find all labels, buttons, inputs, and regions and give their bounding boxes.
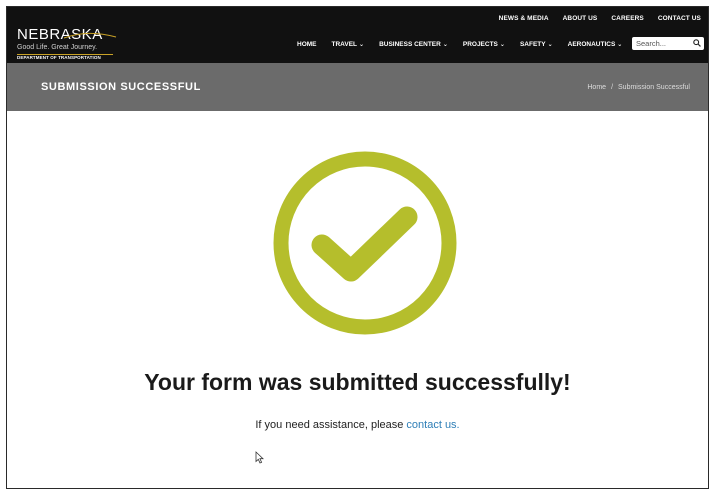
- utility-link-careers[interactable]: CAREERS: [611, 15, 643, 22]
- search-input[interactable]: [636, 39, 690, 48]
- nav-item-projects[interactable]: PROJECTS ⌄: [463, 41, 505, 48]
- search-box: [632, 37, 704, 50]
- site-header: NEWS & MEDIA ABOUT US CAREERS CONTACT US…: [7, 7, 708, 63]
- chevron-down-icon: ⌄: [359, 42, 365, 48]
- logo-tagline: Good Life. Great Journey.: [17, 44, 98, 51]
- nav-item-home[interactable]: HOME: [297, 41, 317, 48]
- utility-link-contact-us[interactable]: CONTACT US: [658, 15, 701, 22]
- assistance-prefix: If you need assistance, please: [255, 419, 404, 431]
- utility-link-about-us[interactable]: ABOUT US: [563, 15, 598, 22]
- nav-item-safety[interactable]: SAFETY ⌄: [520, 41, 553, 48]
- page-title-band: SUBMISSION SUCCESSFUL Home / Submission …: [7, 63, 708, 111]
- assistance-text: If you need assistance, please contact u…: [7, 419, 708, 431]
- breadcrumb: Home / Submission Successful: [587, 84, 690, 91]
- site-logo[interactable]: NEBRASKA Good Life. Great Journey. DEPAR…: [17, 27, 117, 61]
- utility-link-news-media[interactable]: NEWS & MEDIA: [499, 15, 549, 22]
- success-heading: Your form was submitted successfully!: [144, 369, 571, 395]
- breadcrumb-home-link[interactable]: Home: [587, 84, 606, 91]
- chevron-down-icon: ⌄: [499, 42, 505, 48]
- contact-us-link[interactable]: contact us.: [406, 419, 459, 431]
- chevron-down-icon: ⌄: [547, 42, 553, 48]
- logo-department: DEPARTMENT OF TRANSPORTATION: [17, 55, 101, 60]
- nav-item-aeronautics[interactable]: AERONAUTICS ⌄: [568, 41, 623, 48]
- utility-nav: NEWS & MEDIA ABOUT US CAREERS CONTACT US: [492, 7, 708, 29]
- logo-swoosh-icon: [63, 32, 117, 39]
- search-icon[interactable]: [693, 39, 701, 47]
- chevron-down-icon: ⌄: [442, 42, 448, 48]
- breadcrumb-current: Submission Successful: [618, 83, 690, 91]
- page-title: SUBMISSION SUCCESSFUL: [41, 81, 201, 93]
- browser-viewport: NEWS & MEDIA ABOUT US CAREERS CONTACT US…: [6, 6, 709, 489]
- mouse-cursor-icon: [255, 451, 264, 464]
- chevron-down-icon: ⌄: [617, 42, 623, 48]
- success-check-graphic: [269, 147, 461, 339]
- nav-item-travel[interactable]: TRAVEL ⌄: [332, 41, 365, 48]
- check-circle-icon: [273, 151, 457, 335]
- breadcrumb-separator: /: [611, 83, 614, 91]
- main-nav: HOME TRAVEL ⌄ BUSINESS CENTER ⌄ PROJECTS ⌄ …: [297, 41, 637, 48]
- nav-item-business-center[interactable]: BUSINESS CENTER ⌄: [379, 41, 448, 48]
